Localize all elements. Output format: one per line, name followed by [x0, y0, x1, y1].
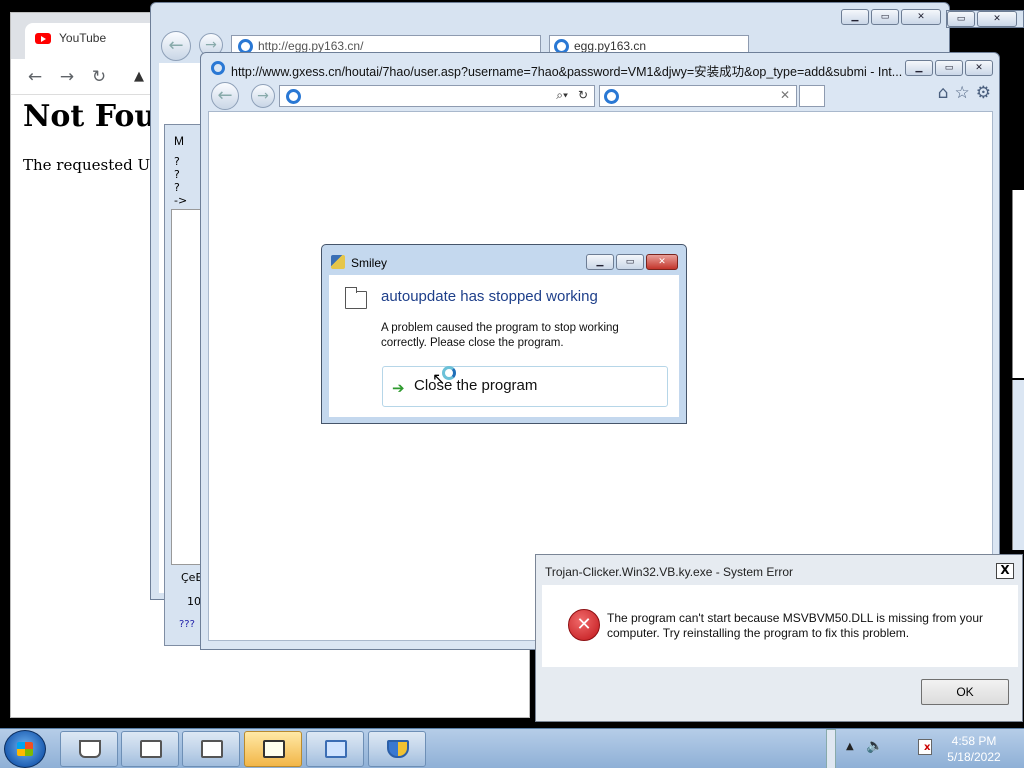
close-button[interactable]: ✕ [965, 60, 993, 76]
close-button[interactable]: ✕ [646, 254, 678, 270]
close-button[interactable]: ✕ [977, 11, 1017, 27]
shield-icon [387, 740, 409, 758]
tab-title: egg.py163.cn [574, 39, 647, 53]
close-button[interactable]: ✕ [901, 9, 941, 25]
green-arrow-icon: ➔ [392, 379, 405, 397]
dialog-message: A problem caused the program to stop wor… [381, 322, 619, 349]
action-center-flag-icon[interactable] [918, 739, 932, 755]
taskbar-app-window2[interactable] [182, 731, 240, 767]
clock-date: 5/18/2022 [947, 750, 1001, 764]
caption-buttons: ▁ ▭ ✕ [905, 60, 993, 78]
dialog-title: Smiley [351, 256, 388, 270]
taskbar-app-control[interactable] [306, 731, 364, 767]
command-icons: ⌂ ☆ ⚙ [911, 83, 991, 111]
broom-icon [79, 740, 101, 758]
taskbar-app-broom[interactable] [60, 731, 118, 767]
m-line: -> [174, 194, 188, 207]
window-edge-back: ▭ ✕ [946, 10, 1024, 28]
refresh-icon[interactable]: ↻ [578, 88, 588, 102]
forward-arrow-icon[interactable]: → [55, 65, 79, 89]
ie-tab[interactable]: ✕ [599, 85, 797, 107]
document-icon [263, 740, 285, 758]
clock[interactable]: 4:58 PM 5/18/2022 [942, 733, 1006, 765]
m-dialog-title: M [174, 134, 184, 148]
back-arrow-icon[interactable]: ← [23, 65, 47, 89]
minimize-button[interactable]: ▁ [586, 254, 614, 270]
favorites-star-icon[interactable]: ☆ [955, 83, 970, 111]
maximize-button[interactable]: ▭ [616, 254, 644, 270]
smiley-dialog: Smiley ▁ ▭ ✕ autoupdate has stopped work… [321, 244, 687, 424]
m-line: ? [174, 155, 180, 168]
back-button[interactable]: ← [161, 31, 191, 61]
search-icon[interactable]: ⌕▾ [556, 88, 568, 103]
taskbar-app-window1[interactable] [121, 731, 179, 767]
window-icon [140, 740, 162, 758]
youtube-icon [35, 33, 51, 44]
reload-icon[interactable]: ↻ [87, 65, 111, 89]
clock-time: 4:58 PM [951, 734, 997, 748]
chrome-tab-title: YouTube [59, 31, 107, 45]
minimize-button[interactable]: ▁ [905, 60, 933, 76]
home-icon[interactable]: ⌂ [938, 83, 949, 111]
folder-icon [345, 287, 367, 309]
caption-buttons: ▁ ▭ ✕ [586, 254, 678, 272]
gear-icon[interactable]: ⚙ [976, 83, 991, 111]
m-line: ? [174, 181, 180, 194]
start-button[interactable] [4, 730, 46, 768]
close-button[interactable]: X [996, 563, 1014, 579]
maximize-button[interactable]: ▭ [935, 60, 963, 76]
ie-e-icon [286, 89, 301, 104]
volume-icon[interactable]: 🔈 [866, 738, 883, 754]
minimize-button[interactable]: ▁ [841, 9, 869, 25]
window-icon [201, 740, 223, 758]
dialog-body: autoupdate has stopped working A problem… [329, 275, 679, 417]
dialog-title: Trojan-Clicker.Win32.VB.ky.exe - System … [545, 565, 794, 579]
warning-icon[interactable]: ▲ [127, 65, 151, 89]
new-tab-button[interactable] [799, 85, 825, 107]
window-title: http://www.gxess.cn/houtai/7hao/user.asp… [231, 65, 903, 79]
system-error-dialog: Trojan-Clicker.Win32.VB.ky.exe - System … [535, 554, 1023, 722]
m-line: ? [174, 168, 180, 181]
window-edge-right-2 [1012, 380, 1024, 550]
address-text: http://egg.py163.cn/ [258, 39, 364, 53]
m-footer-extra: ??? [179, 619, 195, 630]
taskbar-app-shield[interactable] [368, 731, 426, 767]
dialog-body: ✕ The program can't start because MSVBVM… [542, 585, 1018, 667]
taskbar: ▲ 🔈 4:58 PM 5/18/2022 [0, 728, 1024, 768]
smiley-app-icon [331, 255, 345, 269]
dialog-heading: autoupdate has stopped working [381, 288, 598, 305]
ie-e-icon [211, 61, 225, 75]
ok-button[interactable]: OK [921, 679, 1009, 705]
taskbar-app-active[interactable] [244, 731, 302, 767]
mouse-pointer-icon: ↖ [432, 369, 446, 388]
close-program-button[interactable]: ➔ Close the program [382, 366, 668, 407]
m-footer-value: 10 [187, 595, 201, 608]
maximize-button[interactable]: ▭ [947, 11, 975, 27]
error-x-icon: ✕ [568, 609, 600, 641]
address-bar[interactable]: ⌕▾ ↻ [279, 85, 595, 107]
ie-e-icon [604, 89, 619, 104]
control-panel-icon [325, 740, 347, 758]
error-message: The program can't start because MSVBVM50… [607, 611, 983, 640]
m-lines: ? ? ? -> [174, 155, 187, 207]
tray-expand-icon[interactable]: ▲ [846, 741, 854, 752]
close-tab-icon[interactable]: ✕ [780, 88, 790, 102]
tray-scroll[interactable] [826, 729, 836, 768]
maximize-button[interactable]: ▭ [871, 9, 899, 25]
back-button[interactable]: ← [211, 82, 239, 110]
caption-buttons: ▁ ▭ ✕ [841, 9, 941, 27]
forward-button[interactable]: → [251, 84, 275, 108]
window-edge-right [1012, 190, 1024, 378]
